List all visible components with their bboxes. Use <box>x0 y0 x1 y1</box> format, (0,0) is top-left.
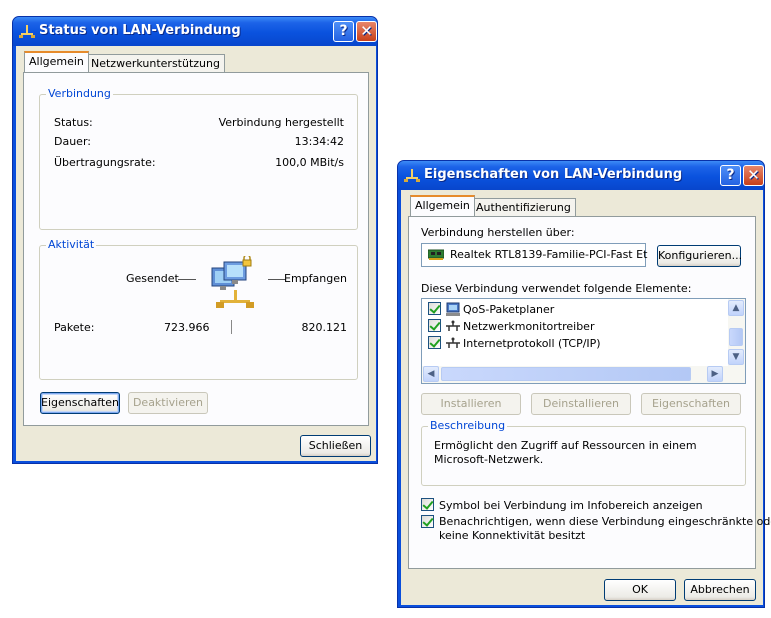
duration-value: 13:34:42 <box>294 135 344 148</box>
show-icon-checkbox[interactable] <box>421 498 434 511</box>
description-text-line1: Ermöglicht den Zugriff auf Ressourcen in… <box>434 439 697 452</box>
element-checkbox[interactable] <box>428 319 441 332</box>
status-window-title: Status von LAN-Verbindung <box>39 23 241 38</box>
properties-window-title: Eigenschaften von LAN-Verbindung <box>424 167 683 182</box>
element-label: Netzwerkmonitortreiber <box>463 320 595 333</box>
help-button[interactable]: ? <box>333 21 354 42</box>
network-adapter-icon <box>428 249 444 260</box>
close-window-button[interactable]: ✕ <box>743 165 764 186</box>
list-item[interactable]: Internetprotokoll (TCP/IP) <box>427 335 722 352</box>
properties-button[interactable]: Eigenschaften <box>40 392 120 414</box>
chevron-right-icon: ▶ <box>711 369 719 379</box>
tab-label: Allgemein <box>29 55 84 68</box>
received-label: Empfangen <box>284 272 347 285</box>
tab-netzwerkunterstuetzung[interactable]: Netzwerkunterstützung <box>86 54 225 72</box>
network-activity-icon <box>211 256 254 308</box>
install-button[interactable]: Installieren <box>421 393 521 415</box>
cancel-button[interactable]: Abbrechen <box>684 579 756 601</box>
network-connection-icon <box>404 169 420 182</box>
packets-received-value: 820.121 <box>301 321 348 334</box>
connection-group: Verbindung Status: Verbindung hergestell… <box>39 87 358 230</box>
close-button[interactable]: Schließen <box>300 435 371 457</box>
element-label: QoS-Paketplaner <box>463 303 555 316</box>
sent-label: Gesendet <box>126 272 179 285</box>
close-icon: ✕ <box>747 166 760 184</box>
packets-sent-value: 723.966 <box>164 321 210 334</box>
status-value: Verbindung hergestellt <box>218 116 344 129</box>
status-tab-panel: Verbindung Status: Verbindung hergestell… <box>23 72 369 426</box>
scroll-left-button[interactable]: ◀ <box>423 366 439 382</box>
network-connection-icon <box>19 25 35 38</box>
packets-label: Pakete: <box>54 321 95 334</box>
elements-list[interactable]: QoS-Paketplaner Netzwerkmonitortreiber I… <box>421 298 746 384</box>
description-text-line2: Microsoft-Netzwerk. <box>434 453 544 466</box>
elements-label: Diese Verbindung verwendet folgende Elem… <box>421 282 692 295</box>
tab-allgemein[interactable]: Allgemein <box>24 51 89 72</box>
properties-window: Eigenschaften von LAN-Verbindung ? ✕ All… <box>397 160 771 608</box>
element-properties-button[interactable]: Eigenschaften <box>641 393 741 415</box>
tab-label: Allgemein <box>415 199 470 212</box>
properties-titlebar[interactable]: Eigenschaften von LAN-Verbindung ? ✕ <box>398 161 764 190</box>
horizontal-scrollbar[interactable]: ◀ ▶ <box>422 366 745 383</box>
status-window: Status von LAN-Verbindung ? ✕ Allgemein … <box>12 16 378 464</box>
protocol-icon <box>446 337 460 348</box>
rate-value: 100,0 MBit/s <box>275 156 344 169</box>
rate-label: Übertragungsrate: <box>54 156 156 169</box>
properties-client: Allgemein Authentifizierung Verbindung h… <box>401 190 771 605</box>
uninstall-button[interactable]: Deinstallieren <box>531 393 631 415</box>
sent-line <box>178 279 196 280</box>
element-checkbox[interactable] <box>428 336 441 349</box>
horizontal-scroll-thumb[interactable] <box>441 367 691 381</box>
connect-using-label: Verbindung herstellen über: <box>421 226 575 239</box>
tab-label: Netzwerkunterstützung <box>91 57 220 70</box>
help-icon: ? <box>339 23 348 39</box>
close-window-button[interactable]: ✕ <box>356 21 377 42</box>
chevron-up-icon: ▲ <box>732 303 740 313</box>
tab-allgemein[interactable]: Allgemein <box>410 195 475 216</box>
tab-authentifizierung[interactable]: Authentifizierung <box>471 198 576 216</box>
status-client: Allgemein Netzwerkunterstützung Verbindu… <box>16 46 376 461</box>
description-group: Beschreibung Ermöglicht den Zugriff auf … <box>421 419 746 486</box>
close-icon: ✕ <box>360 22 373 40</box>
vertical-scroll-thumb[interactable] <box>729 328 743 346</box>
help-icon: ? <box>726 167 735 183</box>
scroll-down-button[interactable]: ▼ <box>728 349 744 365</box>
list-item[interactable]: QoS-Paketplaner <box>427 301 722 318</box>
show-icon-label[interactable]: Symbol bei Verbindung im Infobereich anz… <box>439 499 703 512</box>
disable-button[interactable]: Deaktivieren <box>128 392 208 414</box>
connection-group-label: Verbindung <box>46 87 113 100</box>
status-label: Status: <box>54 116 93 129</box>
protocol-icon <box>446 320 460 331</box>
properties-tab-panel: Verbindung herstellen über: Realtek RTL8… <box>408 216 771 569</box>
notify-label-line2[interactable]: keine Konnektivität besitzt <box>439 529 585 542</box>
activity-group: Aktivität Gesendet Empfangen Pakete: 723… <box>39 238 358 380</box>
scroll-right-button[interactable]: ▶ <box>707 366 723 382</box>
configure-button[interactable]: Konfigurieren... <box>657 245 742 267</box>
packets-divider <box>231 320 232 334</box>
help-button[interactable]: ? <box>720 165 741 186</box>
notify-label-line1[interactable]: Benachrichtigen, wenn diese Verbindung e… <box>439 515 771 528</box>
chevron-down-icon: ▼ <box>732 352 740 362</box>
duration-label: Dauer: <box>54 135 91 148</box>
ok-button[interactable]: OK <box>604 579 676 601</box>
description-group-label: Beschreibung <box>428 419 508 432</box>
notify-checkbox[interactable] <box>421 515 434 528</box>
element-label: Internetprotokoll (TCP/IP) <box>463 337 601 350</box>
vertical-scrollbar[interactable]: ▲ ▼ <box>728 299 745 367</box>
activity-group-label: Aktivität <box>46 238 97 251</box>
list-item[interactable]: Netzwerkmonitortreiber <box>427 318 722 335</box>
status-titlebar[interactable]: Status von LAN-Verbindung ? ✕ <box>13 17 377 46</box>
scroll-up-button[interactable]: ▲ <box>728 300 744 316</box>
chevron-left-icon: ◀ <box>427 369 435 379</box>
tab-label: Authentifizierung <box>476 201 571 214</box>
adapter-name: Realtek RTL8139-Familie-PCI-Fast Et <box>450 248 648 261</box>
adapter-box: Realtek RTL8139-Familie-PCI-Fast Et <box>421 243 648 267</box>
element-checkbox[interactable] <box>428 302 441 315</box>
qos-icon <box>446 302 460 316</box>
